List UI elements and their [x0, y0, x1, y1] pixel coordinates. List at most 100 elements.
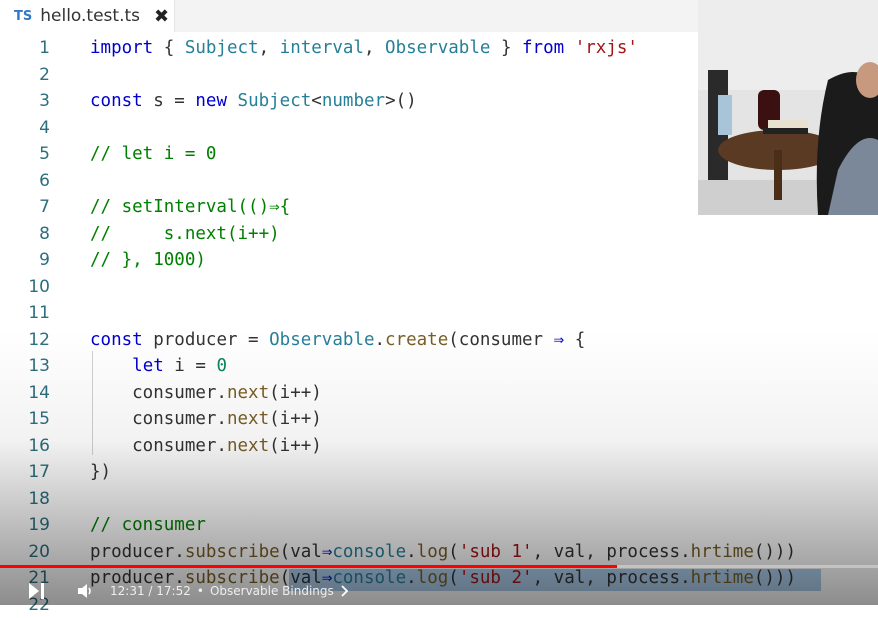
code-text: // s.next(i++) — [90, 221, 280, 247]
code-text: consumer.next(i++) — [90, 406, 322, 432]
code-token: // consumer — [90, 515, 206, 535]
code-token: (consumer — [448, 329, 554, 350]
line-number: 13 — [28, 356, 50, 376]
line-number: 1 — [39, 38, 50, 58]
time-display: 12:31 / 17:52 — [110, 584, 191, 598]
close-icon[interactable]: ✖ — [154, 6, 169, 27]
code-token: s = — [142, 91, 196, 111]
code-token: (val — [279, 541, 322, 562]
tab-filename: hello.test.ts — [40, 6, 140, 26]
line-number: 14 — [28, 382, 50, 403]
play-pause-icon[interactable] — [26, 581, 48, 601]
code-text: // consumer — [90, 512, 206, 538]
code-token: producer. — [90, 541, 185, 562]
code-token: create — [385, 329, 449, 350]
code-token: console — [332, 541, 407, 562]
code-token: ( — [448, 541, 459, 562]
code-text: consumer.next(i++) — [90, 380, 322, 406]
code-token: // setInterval(()⇒{ — [90, 197, 291, 217]
code-token: hrtime — [690, 541, 754, 562]
code-token: 0 — [216, 356, 227, 376]
code-token: interval — [279, 38, 364, 58]
code-text: producer.subscribe(val⇒console.log('sub … — [90, 539, 796, 565]
code-token: consumer. — [90, 382, 227, 403]
code-token: ⇒ — [553, 329, 565, 350]
code-text: // }, 1000) — [90, 247, 206, 273]
code-text: let i = 0 — [90, 353, 227, 379]
duration: 17:52 — [156, 584, 191, 598]
code-token: 'sub 1' — [458, 541, 533, 562]
line-number: 18 — [28, 488, 50, 509]
line-number: 9 — [39, 250, 50, 270]
chevron-right-icon[interactable] — [340, 585, 350, 597]
code-token: >() — [385, 91, 417, 111]
webcam-overlay — [698, 0, 878, 215]
chapter-bullet: • — [196, 584, 204, 598]
code-token: i = — [163, 356, 217, 376]
line-number: 3 — [39, 91, 50, 111]
code-token: producer = — [142, 329, 270, 350]
code-text: // let i = 0 — [90, 141, 216, 167]
time-separator: / — [144, 584, 157, 598]
code-text: consumer.next(i++) — [90, 433, 322, 459]
code-token: // let i = 0 — [90, 144, 217, 164]
code-token: subscribe — [184, 541, 280, 562]
line-number: 17 — [28, 462, 50, 482]
line-number: 5 — [39, 144, 50, 164]
volume-icon[interactable] — [76, 581, 96, 601]
typescript-icon: TS — [14, 8, 33, 24]
code-token: . — [374, 329, 386, 350]
line-number: 2 — [39, 64, 50, 85]
line-number: 11 — [28, 303, 50, 323]
code-token: , — [363, 38, 386, 58]
tab-hello-test[interactable]: TS hello.test.ts ✖ — [0, 0, 175, 32]
code-token: next — [226, 409, 270, 429]
line-number: 8 — [39, 223, 50, 244]
code-token: Observable — [269, 329, 375, 350]
player-controls: 12:31 / 17:52 • Observable Bindings — [0, 577, 878, 605]
code-token: consumer. — [90, 435, 227, 456]
line-number: 6 — [39, 170, 50, 191]
code-token: import — [90, 38, 154, 58]
line-number: 16 — [28, 435, 50, 456]
webcam-image — [698, 0, 878, 215]
code-token: , — [258, 38, 280, 58]
code-token: 'rxjs' — [574, 38, 638, 58]
line-number: 20 — [28, 541, 50, 562]
code-token: { — [153, 38, 185, 58]
code-token: . — [406, 541, 417, 562]
code-token: from — [522, 38, 565, 58]
code-token: (i++) — [269, 409, 322, 429]
code-token: const — [90, 329, 143, 350]
code-token: Observable — [385, 38, 491, 58]
code-token: new — [195, 91, 227, 111]
code-token: number — [321, 91, 386, 111]
code-token: next — [226, 382, 270, 403]
chapter-title[interactable]: Observable Bindings — [210, 584, 334, 598]
line-number: 10 — [28, 276, 50, 297]
line-number: 7 — [39, 197, 50, 217]
code-token: } — [490, 38, 523, 58]
code-token: ⇒ — [321, 541, 333, 562]
code-text: import { Subject, interval, Observable }… — [90, 35, 638, 61]
line-number: 12 — [28, 329, 50, 350]
progress-bar-played[interactable] — [0, 565, 618, 568]
line-number: 15 — [28, 409, 50, 429]
code-token: < — [311, 91, 322, 111]
code-token: // s.next(i++) — [90, 223, 280, 244]
code-text: const s = new Subject<number>() — [90, 88, 417, 114]
code-token: // }, 1000) — [90, 250, 206, 270]
line-number: 19 — [28, 515, 50, 535]
code-text: }) — [90, 459, 111, 485]
code-token: , val, process. — [532, 541, 691, 562]
code-token: log — [416, 541, 449, 562]
code-token: Subject — [184, 38, 259, 58]
code-text: const producer = Observable.create(consu… — [90, 327, 585, 353]
code-token: consumer. — [90, 409, 227, 429]
code-token: { — [564, 329, 586, 350]
code-text: // setInterval(()⇒{ — [90, 194, 290, 220]
code-token: (i++) — [269, 435, 322, 456]
